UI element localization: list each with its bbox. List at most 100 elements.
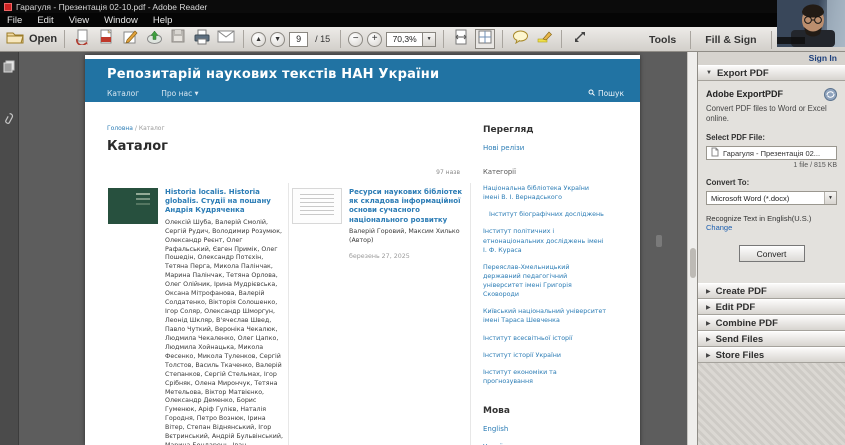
document-thumbnail — [292, 188, 342, 224]
category-link: Інститут біографічних досліджень — [483, 210, 607, 219]
page-count-label: / 15 — [315, 34, 330, 44]
item-authors: Олексій Шуба, Валерій Смолій, Сергій Руд… — [165, 219, 285, 445]
toolbar-separator — [561, 30, 562, 48]
catalog-item: Ресурси наукових бібліотек як складова і… — [292, 188, 467, 260]
save-button[interactable] — [168, 29, 188, 49]
chevron-down-icon: ▼ — [824, 192, 836, 204]
document-icon — [711, 147, 719, 159]
sign-in-link[interactable]: Sign In — [698, 52, 845, 65]
column-divider — [470, 183, 471, 445]
language-link: English — [483, 424, 607, 434]
scrolling-mode-button[interactable] — [451, 29, 471, 49]
toolbar-separator — [443, 30, 444, 48]
toolbar-separator — [690, 31, 691, 49]
triangle-collapsed-icon: ▶ — [706, 304, 711, 311]
page-view-button[interactable] — [475, 29, 495, 49]
adobe-reader-app-icon — [4, 3, 12, 11]
folder-open-icon — [6, 30, 26, 49]
sign-document-button[interactable] — [120, 29, 140, 49]
triangle-expanded-icon: ▼ — [706, 70, 712, 76]
search-label: Пошук — [598, 89, 624, 98]
envelope-icon — [217, 30, 235, 48]
chevron-down-icon: ▼ — [195, 91, 199, 97]
category-link: Інститут всесвітньої історії — [483, 334, 607, 343]
category-link: Інститут історії України — [483, 351, 607, 360]
webcam-caption — [777, 37, 805, 44]
new-releases-link: Нові релізи — [483, 144, 607, 152]
menu-help[interactable]: Help — [153, 15, 173, 26]
menu-bar: File Edit View Window Help — [0, 13, 845, 27]
triangle-collapsed-icon: ▶ — [706, 352, 711, 359]
sign-pen-icon — [122, 29, 139, 50]
create-pdf-section-header[interactable]: ▶ Create PDF — [698, 283, 845, 299]
fill-sign-pane-button[interactable]: Fill & Sign — [694, 34, 767, 46]
page-thumbnails-button[interactable] — [3, 60, 15, 78]
zoom-out-button[interactable]: − — [348, 32, 363, 47]
change-link[interactable]: Change — [706, 223, 837, 232]
open-button[interactable]: Open — [6, 29, 57, 49]
create-pdf-button[interactable] — [96, 29, 116, 49]
store-files-section-header[interactable]: ▶ Store Files — [698, 347, 845, 363]
page-number-input[interactable] — [289, 32, 308, 47]
open-button-label: Open — [29, 33, 57, 45]
triangle-collapsed-icon: ▶ — [706, 336, 711, 343]
attachments-paperclip-button[interactable] — [3, 112, 15, 131]
print-button[interactable] — [192, 29, 212, 49]
convert-button[interactable]: Convert — [739, 245, 805, 262]
combine-pdf-section-header[interactable]: ▶ Combine PDF — [698, 315, 845, 331]
convert-format-value: Microsoft Word (*.docx) — [707, 194, 824, 203]
comment-bubble-icon — [512, 30, 529, 49]
fullscreen-button[interactable] — [569, 29, 589, 49]
selected-file-box[interactable]: Гарагуля - Презентація 02... — [706, 146, 837, 160]
categories-heading: Категорії — [483, 168, 607, 176]
toolbar-separator — [502, 30, 503, 48]
convert-format-select[interactable]: Microsoft Word (*.docx) ▼ — [706, 191, 837, 205]
highlight-text-button[interactable] — [534, 29, 554, 49]
upload-cloud-icon — [146, 29, 163, 50]
edit-pdf-section-header[interactable]: ▶ Edit PDF — [698, 299, 845, 315]
highlighter-icon — [536, 30, 553, 49]
menu-window[interactable]: Window — [104, 15, 138, 26]
panel-empty-area — [698, 363, 845, 445]
next-page-button[interactable]: ▼ — [270, 32, 285, 47]
convert-pdf-icon — [74, 29, 91, 50]
previous-page-button[interactable]: ▲ — [251, 32, 266, 47]
convert-to-pdf-button[interactable] — [72, 29, 92, 49]
menu-file[interactable]: File — [7, 15, 22, 26]
add-sticky-note-button[interactable] — [510, 29, 530, 49]
selected-file-name: Гарагуля - Презентація 02... — [723, 149, 820, 158]
triangle-collapsed-icon: ▶ — [706, 288, 711, 295]
panel-collapse-handle[interactable] — [656, 235, 662, 247]
upload-share-button[interactable] — [144, 29, 164, 49]
zoom-dropdown-button[interactable]: ▼ — [423, 32, 436, 47]
toolbar-separator — [243, 30, 244, 48]
document-scrollbar[interactable] — [687, 52, 697, 445]
site-nav: Каталог Про нас ▼ — [107, 89, 198, 98]
save-floppy-icon — [170, 29, 186, 49]
pdf-page[interactable]: Репозитарій наукових текстів НАН України… — [85, 55, 640, 445]
tools-pane-button[interactable]: Tools — [638, 34, 687, 46]
zoom-level-value[interactable]: 70,3% — [386, 32, 423, 47]
toolbar-separator — [771, 31, 772, 49]
category-link: Інститут економіки та прогнозування — [483, 368, 607, 386]
email-button[interactable] — [216, 29, 236, 49]
adobe-reader-window: Гарагуля - Презентація 02-10.pdf - Adobe… — [0, 0, 845, 445]
search-icon — [588, 89, 595, 98]
scrollbar-thumb[interactable] — [690, 248, 696, 278]
site-header: Репозитарій наукових текстів НАН України… — [85, 59, 640, 102]
send-files-section-header[interactable]: ▶ Send Files — [698, 331, 845, 347]
menu-view[interactable]: View — [69, 15, 89, 26]
toolbar-separator — [64, 30, 65, 48]
title-bar: Гарагуля - Презентація 02-10.pdf - Adobe… — [0, 0, 845, 13]
export-pdf-section-header[interactable]: ▼ Export PDF — [698, 65, 845, 81]
fit-width-icon — [453, 29, 469, 50]
tools-panel: Sign In ▼ Export PDF Adobe ExportPDF Con… — [697, 52, 845, 445]
category-link: Національна бібліотека України імені В. … — [483, 184, 607, 202]
breadcrumb: Головна / Каталог — [107, 125, 165, 132]
menu-edit[interactable]: Edit — [37, 15, 53, 26]
page-title: Каталог — [107, 139, 168, 154]
zoom-in-button[interactable]: + — [367, 32, 382, 47]
fullscreen-arrows-icon — [572, 29, 587, 49]
file-meta: 1 file / 815 KB — [706, 162, 837, 169]
category-link: Київський національний університет імені… — [483, 307, 607, 325]
